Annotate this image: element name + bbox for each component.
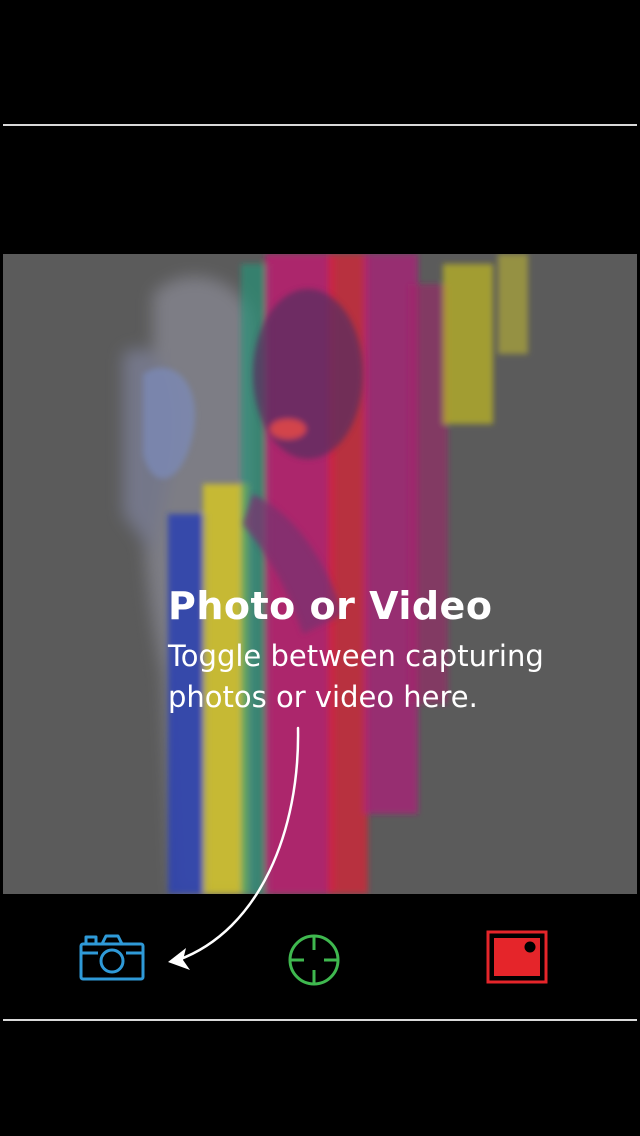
camera-viewfinder[interactable] — [3, 254, 637, 894]
top-divider — [3, 124, 637, 126]
focus-button[interactable] — [284, 930, 344, 990]
camera-icon — [79, 934, 145, 981]
photo-video-toggle-button[interactable] — [78, 930, 146, 982]
coach-mark-tooltip: Photo or Video Toggle between capturing … — [168, 582, 608, 718]
crosshair-icon — [288, 934, 340, 986]
viewfinder-preview-image — [3, 254, 637, 894]
record-button[interactable] — [486, 930, 548, 984]
coach-mark-body: Toggle between capturing photos or video… — [168, 639, 544, 714]
coach-mark-title: Photo or Video — [168, 584, 493, 628]
camera-toolbar — [0, 896, 640, 1018]
camera-screen: Photo or Video Toggle between capturing … — [0, 0, 640, 1136]
video-record-icon — [486, 930, 548, 984]
bottom-divider — [3, 1019, 637, 1021]
